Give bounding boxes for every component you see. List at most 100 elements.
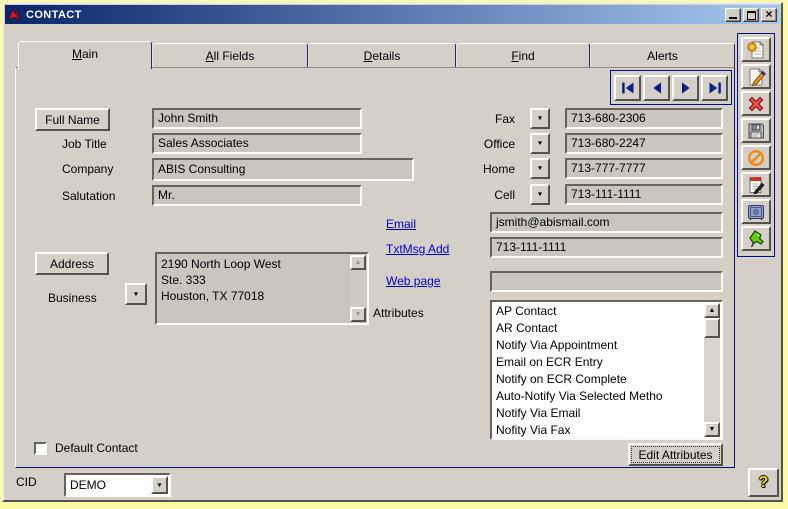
attributes-scrollbar[interactable]: ▲ ▼ [704, 303, 720, 437]
window-controls: × [723, 8, 777, 22]
fax-type-dropdown[interactable]: ▼ [530, 108, 550, 129]
list-item[interactable]: Email on ECR Entry [496, 354, 721, 371]
previous-record-button[interactable] [643, 75, 670, 101]
full-name-button[interactable]: Full Name [35, 108, 110, 131]
address-scrollbar[interactable]: ▲ ▼ [350, 255, 366, 322]
address-type-label: Business [48, 291, 97, 305]
save-record-button[interactable] [741, 118, 771, 143]
list-item[interactable]: Notify Via Appointment [496, 337, 721, 354]
default-contact-label: Default Contact [55, 442, 138, 455]
salutation-label: Salutation [62, 189, 115, 203]
scrollbar-thumb[interactable] [704, 318, 720, 338]
home-label: Home [455, 162, 515, 176]
titlebar[interactable]: CONTACT × [5, 5, 780, 24]
tab-alerts[interactable]: Alerts [590, 43, 735, 67]
webpage-link[interactable]: Web page [386, 274, 441, 288]
attributes-label: Attributes [373, 306, 424, 320]
memo-icon [746, 175, 766, 195]
tab-main-label: Main [72, 47, 98, 61]
previous-record-icon [649, 81, 665, 95]
address-button[interactable]: Address [35, 252, 109, 275]
address-line: Houston, TX 77018 [161, 288, 363, 304]
scroll-up-icon[interactable]: ▲ [704, 303, 720, 318]
default-contact-checkbox[interactable] [34, 442, 47, 455]
delete-record-button[interactable] [741, 91, 771, 116]
record-navigation [610, 70, 732, 105]
last-record-button[interactable] [701, 75, 728, 101]
tab-all-fields-label: All Fields [206, 49, 255, 63]
office-type-dropdown[interactable]: ▼ [530, 133, 550, 154]
scroll-down-icon[interactable]: ▼ [350, 307, 366, 322]
first-record-button[interactable] [614, 75, 641, 101]
tab-find-label: Find [511, 49, 534, 63]
salutation-field[interactable]: Mr. [152, 185, 362, 206]
list-item[interactable]: Notify Via Email [496, 405, 721, 422]
app-icon [8, 8, 21, 21]
tab-all-fields[interactable]: All Fields [152, 43, 308, 67]
list-item[interactable]: Auto-Notify Via Selected Metho [496, 388, 721, 405]
office-phone-field[interactable]: 713-680-2247 [565, 133, 723, 154]
tab-details[interactable]: Details [308, 43, 456, 67]
tab-main[interactable]: Main [18, 41, 152, 69]
cell-type-dropdown[interactable]: ▼ [530, 184, 550, 205]
list-item[interactable]: Notify on ECR Complete [496, 371, 721, 388]
edit-record-button[interactable] [741, 64, 771, 89]
record-toolbar [737, 33, 775, 257]
cid-combobox[interactable]: DEMO ▼ [64, 473, 171, 497]
cid-dropdown-button[interactable]: ▼ [151, 476, 168, 494]
job-title-label: Job Title [62, 137, 107, 151]
full-name-field[interactable]: John Smith [152, 108, 362, 129]
delete-record-icon [746, 94, 766, 114]
txtmsg-field[interactable]: 713-111-1111 [490, 237, 723, 258]
txtmsg-link[interactable]: TxtMsg Add [386, 242, 449, 256]
chevron-down-icon: ▼ [133, 291, 140, 297]
cell-phone-field[interactable]: 713-111-1111 [565, 184, 723, 205]
edit-attributes-button[interactable]: Edit Attributes [628, 443, 723, 466]
memo-button[interactable] [741, 172, 771, 197]
chevron-down-icon: ▼ [537, 115, 544, 121]
close-icon: × [765, 9, 772, 20]
safe-icon [746, 202, 766, 222]
new-record-icon [746, 40, 766, 60]
help-button[interactable]: ? [748, 468, 779, 497]
address-type-dropdown[interactable]: ▼ [125, 283, 147, 305]
tab-details-label: Details [364, 49, 401, 63]
list-item[interactable]: AP Contact [496, 303, 721, 320]
cancel-button[interactable] [741, 145, 771, 170]
pushpin-icon [746, 229, 766, 249]
contact-window: CONTACT × Main All Fields Details Find A… [2, 2, 783, 502]
minimize-button[interactable] [725, 8, 741, 22]
close-button[interactable]: × [761, 8, 777, 22]
list-item[interactable]: Nofity Via Fax [496, 422, 721, 439]
next-record-button[interactable] [672, 75, 699, 101]
help-icon: ? [759, 474, 769, 492]
cell-label: Cell [455, 188, 515, 202]
scroll-down-icon[interactable]: ▼ [704, 422, 720, 437]
vault-button[interactable] [741, 199, 771, 224]
home-phone-field[interactable]: 713-777-7777 [565, 158, 723, 179]
new-record-button[interactable] [741, 37, 771, 62]
last-record-icon [707, 81, 723, 95]
home-type-dropdown[interactable]: ▼ [530, 158, 550, 179]
tab-find[interactable]: Find [456, 43, 590, 67]
cid-value: DEMO [70, 478, 106, 492]
company-label: Company [62, 162, 113, 176]
cancel-icon [746, 148, 766, 168]
maximize-button[interactable] [743, 8, 759, 22]
job-title-field[interactable]: Sales Associates [152, 133, 362, 154]
desktop-background: CONTACT × Main All Fields Details Find A… [0, 0, 788, 509]
scroll-up-icon[interactable]: ▲ [350, 255, 366, 270]
email-field[interactable]: jsmith@abismail.com [490, 212, 723, 233]
fax-field[interactable]: 713-680-2306 [565, 108, 723, 129]
webpage-field[interactable] [490, 271, 723, 292]
pushpin-button[interactable] [741, 226, 771, 251]
email-link[interactable]: Email [386, 217, 416, 231]
attributes-listbox[interactable]: AP Contact AR Contact Notify Via Appoint… [490, 300, 723, 440]
address-field[interactable]: 2190 North Loop West Ste. 333 Houston, T… [155, 252, 369, 325]
company-field[interactable]: ABIS Consulting [152, 158, 414, 181]
list-item[interactable]: AR Contact [496, 320, 721, 337]
address-line: 2190 North Loop West [161, 256, 363, 272]
tab-alerts-label: Alerts [647, 49, 678, 63]
edit-record-icon [746, 67, 766, 87]
chevron-down-icon: ▼ [537, 165, 544, 171]
